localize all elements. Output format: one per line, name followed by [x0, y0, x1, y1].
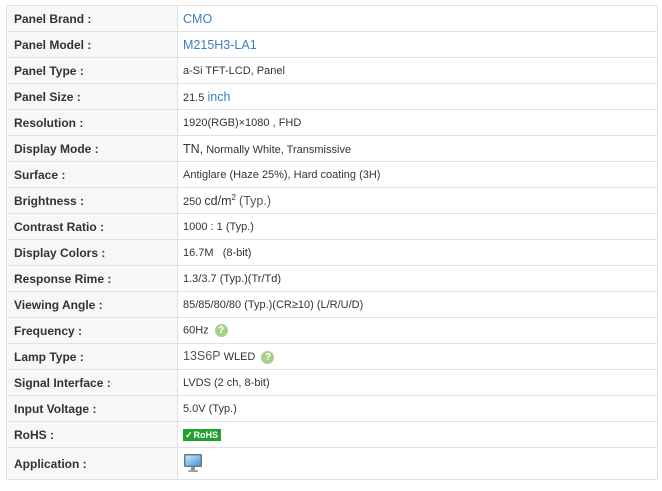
panel-spec-table: Panel Brand : CMO Panel Model : M215H3-L… [6, 5, 658, 480]
row-label: Contrast Ratio : [6, 213, 178, 240]
row-label: Frequency : [6, 317, 178, 344]
panel-brand-link[interactable]: CMO [183, 12, 212, 26]
lamp-type-rest: WLED [223, 351, 256, 364]
row-value: 1.3/3.7 (Typ.)(Tr/Td) [177, 265, 658, 292]
table-row: Display Colors : 16.7M (8-bit) [6, 239, 658, 266]
row-value: TN, Normally White, Transmissive [177, 135, 658, 162]
panel-size-unit-link[interactable]: inch [207, 90, 230, 104]
display-mode-main: TN, [183, 141, 204, 156]
row-label: Panel Type : [6, 57, 178, 84]
row-value: 250 cd/m2 (Typ.) [177, 187, 658, 214]
row-value: 13S6P WLED? [177, 343, 658, 370]
help-icon[interactable]: ? [261, 350, 275, 364]
row-label: Resolution : [6, 109, 178, 136]
rohs-badge-label: RoHS [193, 429, 219, 440]
lamp-type-main: 13S6P [183, 349, 221, 364]
row-value: M215H3-LA1 [177, 31, 658, 58]
row-label: Display Mode : [6, 135, 178, 162]
row-label: Brightness : [6, 187, 178, 214]
row-value: 60Hz? [177, 317, 658, 344]
table-row: Application : [6, 447, 658, 480]
row-value: 85/85/80/80 (Typ.)(CR≥10) (L/R/U/D) [177, 291, 658, 318]
row-value: 1920(RGB)×1080 , FHD [177, 109, 658, 136]
table-row: Signal Interface : LVDS (2 ch, 8-bit) [6, 369, 658, 396]
row-value: 16.7M (8-bit) [177, 239, 658, 266]
table-row: Frequency : 60Hz? [6, 317, 658, 344]
table-row: Display Mode : TN, Normally White, Trans… [6, 135, 658, 162]
table-row: Input Voltage : 5.0V (Typ.) [6, 395, 658, 422]
table-row: RoHS : ✓RoHS [6, 421, 658, 448]
row-value: LVDS (2 ch, 8-bit) [177, 369, 658, 396]
row-value: Antiglare (Haze 25%), Hard coating (3H) [177, 161, 658, 188]
table-row: Contrast Ratio : 1000 : 1 (Typ.) [6, 213, 658, 240]
table-row: Resolution : 1920(RGB)×1080 , FHD [6, 109, 658, 136]
help-icon[interactable]: ? [214, 324, 228, 337]
table-row: Lamp Type : 13S6P WLED? [6, 343, 658, 370]
brightness-unit-exponent: 2 [231, 192, 236, 202]
table-row: Panel Type : a-Si TFT-LCD, Panel [6, 57, 658, 84]
frequency-value: 60Hz [183, 324, 209, 337]
row-label: Panel Model : [6, 31, 178, 58]
row-label: Surface : [6, 161, 178, 188]
row-label: Application : [6, 447, 178, 480]
row-label: Signal Interface : [6, 369, 178, 396]
panel-size-value: 21.5 [183, 91, 205, 104]
row-label: Panel Size : [6, 83, 178, 110]
row-label: Viewing Angle : [6, 291, 178, 318]
table-row: Brightness : 250 cd/m2 (Typ.) [6, 187, 658, 214]
table-row: Surface : Antiglare (Haze 25%), Hard coa… [6, 161, 658, 188]
row-label: Panel Brand : [6, 5, 178, 32]
panel-model-link[interactable]: M215H3-LA1 [183, 38, 257, 52]
row-value: ✓RoHS [177, 421, 658, 448]
brightness-note: (Typ.) [239, 194, 271, 209]
table-row: Panel Model : M215H3-LA1 [6, 31, 658, 58]
check-icon: ✓ [185, 429, 193, 440]
table-row: Viewing Angle : 85/85/80/80 (Typ.)(CR≥10… [6, 291, 658, 318]
table-row: Panel Size : 21.5 inch [6, 83, 658, 110]
monitor-icon[interactable] [183, 453, 203, 476]
table-row: Response Rime : 1.3/3.7 (Typ.)(Tr/Td) [6, 265, 658, 292]
row-label: Input Voltage : [6, 395, 178, 422]
row-label: RoHS : [6, 421, 178, 448]
row-label: Display Colors : [6, 239, 178, 266]
row-value: a-Si TFT-LCD, Panel [177, 57, 658, 84]
row-value [177, 447, 658, 480]
display-mode-rest: Normally White, Transmissive [206, 143, 352, 156]
brightness-unit: cd/m2 [204, 192, 236, 209]
row-label: Lamp Type : [6, 343, 178, 370]
brightness-unit-base: cd/m [204, 194, 232, 209]
table-row: Panel Brand : CMO [6, 5, 658, 32]
row-label: Response Rime : [6, 265, 178, 292]
row-value: 21.5 inch [177, 83, 658, 110]
brightness-value: 250 [183, 196, 202, 209]
row-value: CMO [177, 5, 658, 32]
rohs-badge: ✓RoHS [183, 428, 222, 441]
row-value: 5.0V (Typ.) [177, 395, 658, 422]
row-value: 1000 : 1 (Typ.) [177, 213, 658, 240]
